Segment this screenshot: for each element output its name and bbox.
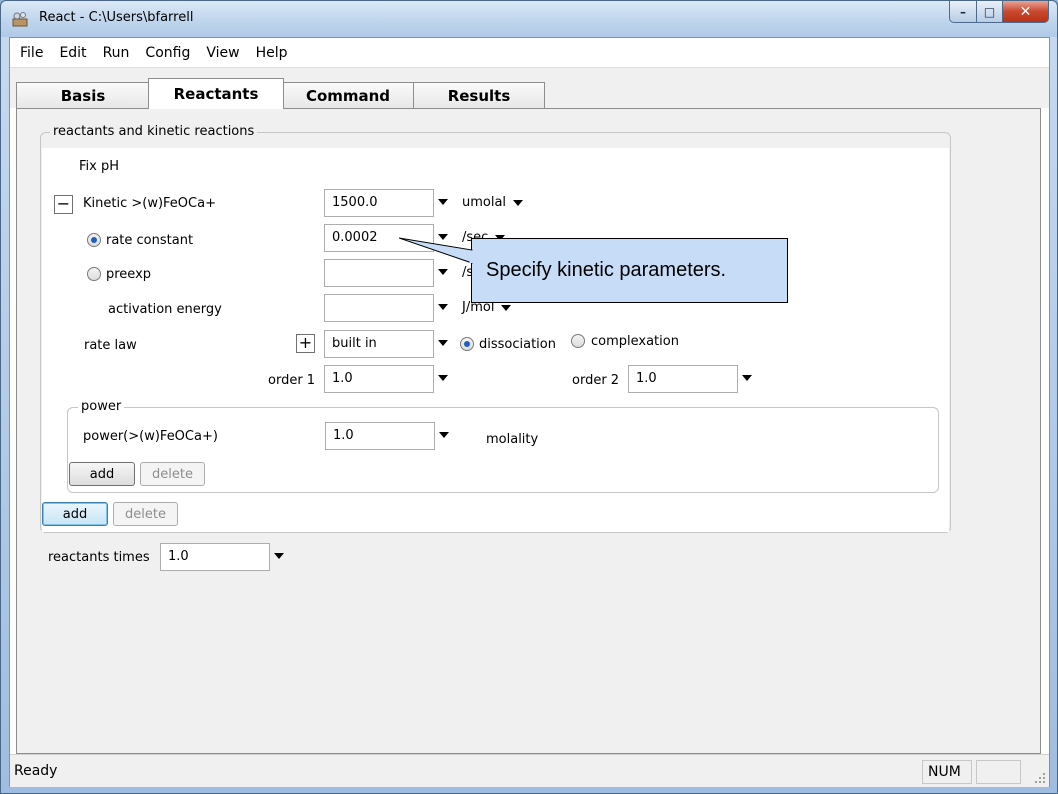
preexp-radio[interactable] [87, 267, 101, 281]
tab-basis[interactable]: Basis [16, 82, 150, 108]
energy-unit-dropdown-icon [501, 304, 512, 311]
reactants-panel: reactants and kinetic reactions Fix pH −… [16, 108, 1041, 754]
kinetic-delete-button[interactable]: delete [113, 502, 178, 526]
dissociation-label: dissociation [479, 337, 556, 352]
power-term-dropdown-icon[interactable] [439, 432, 449, 438]
client-area: File Edit Run Config View Help Basis Rea… [9, 37, 1050, 787]
menu-help[interactable]: Help [248, 45, 296, 61]
preexp-dropdown-icon[interactable] [438, 269, 448, 275]
react-app-icon [12, 12, 28, 27]
window-controls: – □ ✕ [949, 1, 1049, 23]
order1-dropdown-icon[interactable] [438, 375, 448, 381]
kinetic-amount-field[interactable]: 1500.0 [324, 189, 434, 217]
reactants-group-legend: reactants and kinetic reactions [50, 124, 258, 139]
num-lock-indicator: NUM [922, 760, 972, 784]
kinetic-add-button[interactable]: add [42, 502, 108, 526]
order2-field[interactable]: 1.0 [628, 365, 738, 393]
order2-label: order 2 [572, 373, 620, 388]
tab-reactants[interactable]: Reactants [148, 78, 284, 109]
preexp-label: preexp [106, 267, 152, 282]
menu-edit[interactable]: Edit [51, 45, 94, 61]
status-text: Ready [14, 763, 58, 779]
power-term-unit: molality [486, 432, 539, 447]
tab-results[interactable]: Results [413, 82, 545, 108]
menu-file[interactable]: File [12, 45, 51, 61]
tab-strip: Basis Reactants Command Results [10, 68, 1049, 109]
activation-energy-field[interactable] [324, 294, 434, 322]
reactants-times-dropdown-icon[interactable] [274, 553, 284, 559]
tooltip-pointer [399, 237, 473, 264]
fix-ph-item[interactable]: Fix pH [79, 159, 119, 174]
title-bar[interactable]: React - C:\Users\bfarrell – □ ✕ [1, 1, 1057, 37]
maximize-button[interactable]: □ [977, 1, 1003, 23]
activation-energy-dropdown-icon[interactable] [438, 304, 448, 310]
rate-law-dropdown-icon[interactable] [438, 340, 448, 346]
amount-unit-dropdown-icon [513, 199, 524, 206]
minimize-button[interactable]: – [949, 1, 977, 23]
kinetic-collapse-toggle[interactable]: − [54, 195, 73, 214]
reactants-times-field[interactable]: 1.0 [160, 543, 270, 571]
reactants-times-label: reactants times [48, 550, 150, 565]
order1-field[interactable]: 1.0 [324, 365, 434, 393]
order2-dropdown-icon[interactable] [742, 375, 752, 381]
rate-law-field[interactable]: built in [324, 330, 434, 358]
status-bar: Ready NUM [10, 754, 1049, 787]
close-button[interactable]: ✕ [1003, 1, 1049, 23]
kinetic-label: Kinetic >(w)FeOCa+ [83, 196, 216, 211]
menu-config[interactable]: Config [137, 45, 198, 61]
menu-run[interactable]: Run [95, 45, 138, 61]
rate-constant-radio[interactable] [87, 233, 101, 247]
power-delete-button[interactable]: delete [140, 462, 205, 486]
complexation-label: complexation [591, 334, 679, 349]
rate-constant-label: rate constant [106, 233, 194, 248]
menu-bar: File Edit Run Config View Help [10, 38, 1049, 68]
app-window: React - C:\Users\bfarrell – □ ✕ File Edi… [0, 0, 1058, 794]
resize-grip-icon[interactable] [1034, 772, 1046, 784]
kinetic-amount-unit[interactable]: umolal [462, 195, 524, 210]
power-group-legend: power [78, 399, 125, 414]
power-term-label: power(>(w)FeOCa+) [83, 429, 218, 444]
complexation-radio[interactable] [571, 334, 585, 348]
rate-law-label: rate law [84, 338, 137, 353]
dissociation-radio[interactable] [460, 337, 474, 351]
rate-law-expand-toggle[interactable]: + [296, 334, 315, 353]
order1-label: order 1 [268, 373, 316, 388]
power-add-button[interactable]: add [69, 462, 135, 486]
status-cell-empty [976, 760, 1021, 784]
power-term-field[interactable]: 1.0 [325, 422, 435, 450]
menu-view[interactable]: View [198, 45, 247, 61]
activation-energy-label: activation energy [108, 302, 222, 317]
tab-command[interactable]: Command [282, 82, 414, 108]
window-title: React - C:\Users\bfarrell [39, 10, 194, 25]
tooltip-callout: Specify kinetic parameters. [471, 238, 788, 303]
kinetic-amount-dropdown-icon[interactable] [438, 199, 448, 205]
